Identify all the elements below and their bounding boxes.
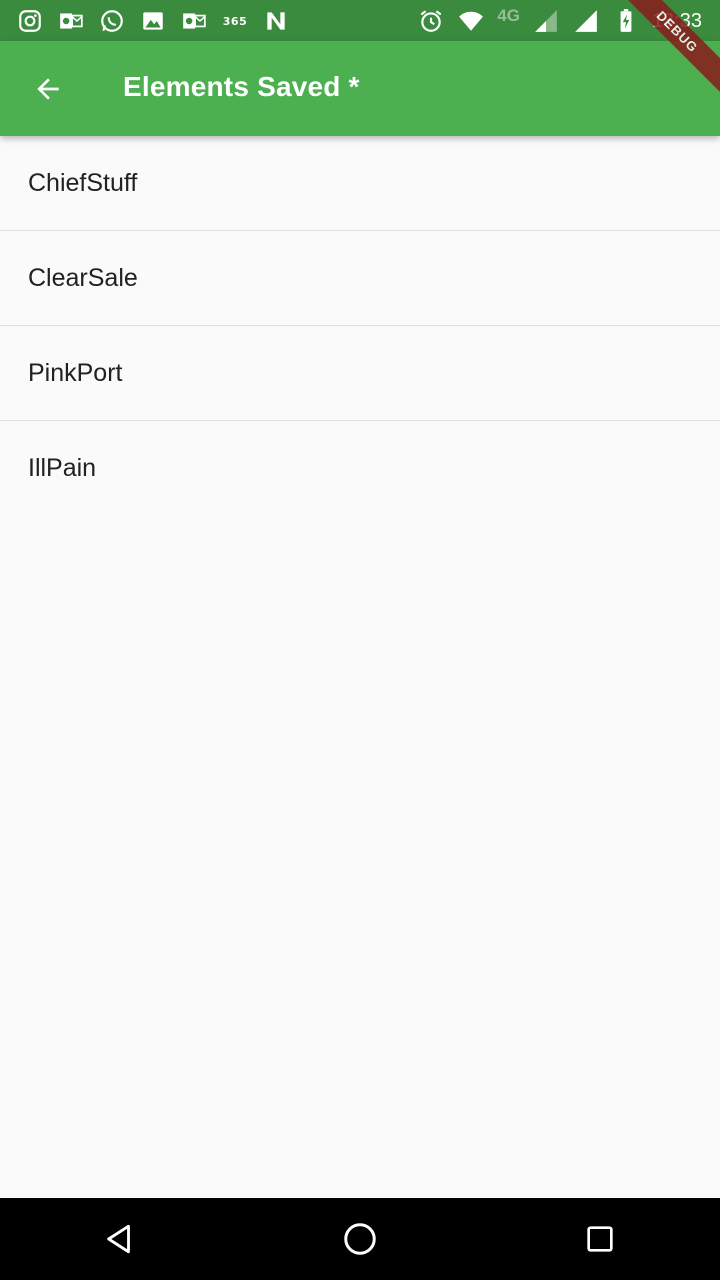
list-item-label: ClearSale (28, 263, 138, 292)
list-item-label: IllPain (28, 454, 97, 482)
nav-home-button[interactable] (310, 1204, 410, 1274)
outlook-icon (57, 7, 85, 35)
list-item-label: PinkPort (28, 358, 123, 387)
office365-icon: 365 (222, 14, 248, 28)
nav-recents-button[interactable] (550, 1204, 650, 1274)
signal-icon-1 (532, 7, 560, 35)
instagram-icon (16, 7, 44, 35)
list-item-label: ChiefStuff (28, 168, 138, 197)
whatsapp-icon (98, 7, 126, 35)
network-type-label: 4G (497, 6, 520, 25)
recents-square-icon (587, 1226, 613, 1252)
list-item[interactable]: IllPain (0, 421, 720, 516)
alarm-icon (417, 7, 445, 35)
nav-back-button[interactable] (70, 1204, 170, 1274)
outlook-icon-2 (180, 7, 208, 35)
signal-icon-2 (572, 7, 600, 35)
gallery-icon (139, 7, 167, 35)
page-title: Elements Saved * (123, 71, 360, 102)
battery-charging-icon (612, 7, 640, 35)
wifi-icon (457, 7, 485, 35)
back-button[interactable] (18, 65, 78, 113)
status-bar: 365 4G 13:33 (0, 0, 720, 41)
home-circle-icon (344, 1223, 376, 1255)
saved-elements-list: ChiefStuff ClearSale PinkPort IllPain (0, 136, 720, 516)
list-item[interactable]: ChiefStuff (0, 136, 720, 231)
navigation-bar (0, 1198, 720, 1280)
list-item[interactable]: PinkPort (0, 326, 720, 421)
n-app-icon (262, 7, 290, 35)
back-triangle-icon (107, 1224, 130, 1254)
arrow-back-icon (37, 78, 59, 100)
list-item[interactable]: ClearSale (0, 231, 720, 326)
app-bar: Elements Saved * (0, 41, 720, 136)
notification-icons: 365 (16, 6, 290, 36)
